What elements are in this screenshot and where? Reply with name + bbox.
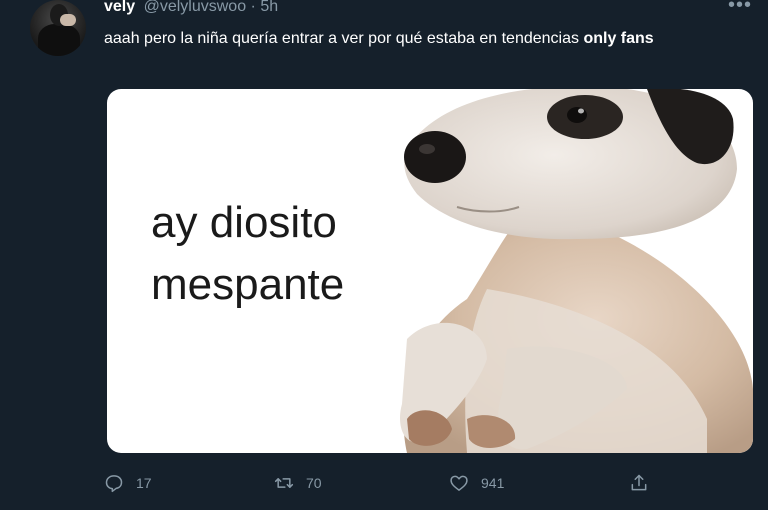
reply-button[interactable]: 17 — [104, 468, 152, 498]
share-button[interactable] — [629, 468, 649, 498]
display-name[interactable]: vely — [104, 0, 135, 15]
tweet[interactable]: vely @velyluvswoo · 5h ••• aaah pero la … — [0, 0, 768, 510]
reply-count: 17 — [136, 475, 152, 491]
retweet-button[interactable]: 70 — [274, 468, 322, 498]
user-handle[interactable]: @velyluvswoo — [144, 0, 247, 15]
tweet-time[interactable]: · 5h — [251, 0, 279, 15]
like-icon — [450, 475, 468, 491]
retweet-icon — [274, 478, 294, 488]
share-icon — [631, 474, 647, 491]
avatar[interactable] — [30, 0, 86, 56]
tweet-header: vely @velyluvswoo · 5h — [104, 0, 278, 16]
like-button[interactable]: 941 — [449, 468, 504, 498]
retweet-count: 70 — [306, 475, 322, 491]
like-count: 941 — [481, 475, 505, 491]
tweet-media-image[interactable]: ay diosito mespante — [107, 89, 753, 453]
tweet-actions: 17 70 941 — [104, 468, 664, 498]
meme-caption: ay diosito mespante — [151, 198, 345, 309]
more-icon[interactable]: ••• — [728, 0, 752, 17]
tweet-text-bold: only fans — [583, 30, 654, 47]
reply-icon — [105, 475, 123, 493]
tweet-text: aaah pero la niña quería entrar a ver po… — [104, 30, 654, 47]
